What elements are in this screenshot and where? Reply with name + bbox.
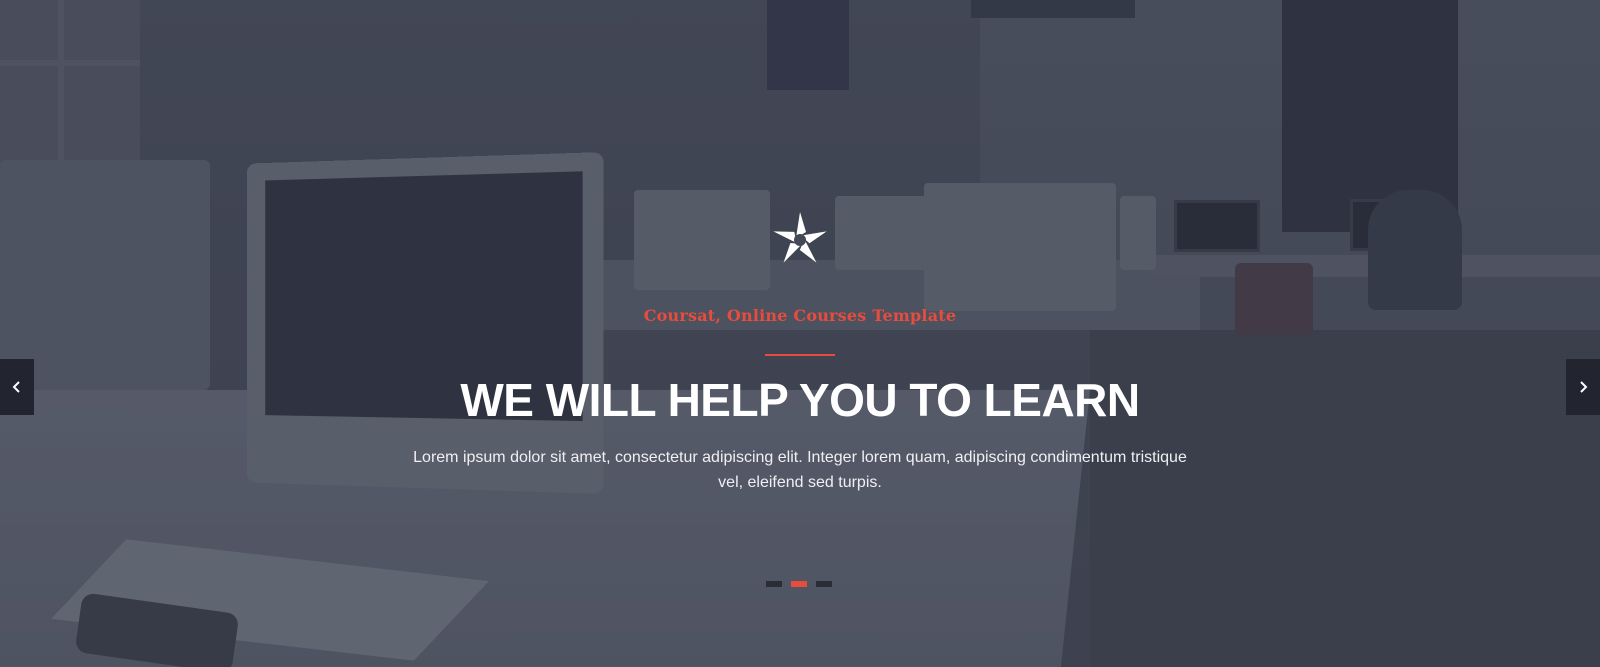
- hero-slider: Coursat, Online Courses Template WE WILL…: [0, 0, 1600, 667]
- slide-headline: WE WILL HELP YOU TO LEARN: [460, 374, 1140, 426]
- slide-dot-2[interactable]: [791, 581, 807, 587]
- slide-content: Coursat, Online Courses Template WE WILL…: [0, 0, 1600, 667]
- slide-tagline: Coursat, Online Courses Template: [643, 306, 957, 325]
- chevron-right-icon: [1580, 381, 1588, 393]
- slide-description: Lorem ipsum dolor sit amet, consectetur …: [413, 449, 1187, 491]
- slide-pagination: [766, 581, 834, 588]
- tagline-divider: [765, 354, 835, 356]
- slide-dot-1[interactable]: [766, 581, 782, 587]
- chevron-left-icon: [12, 381, 20, 393]
- star-logo-icon: [770, 210, 830, 270]
- previous-slide-button[interactable]: [0, 359, 34, 415]
- slide-dot-3[interactable]: [816, 581, 832, 587]
- next-slide-button[interactable]: [1566, 359, 1600, 415]
